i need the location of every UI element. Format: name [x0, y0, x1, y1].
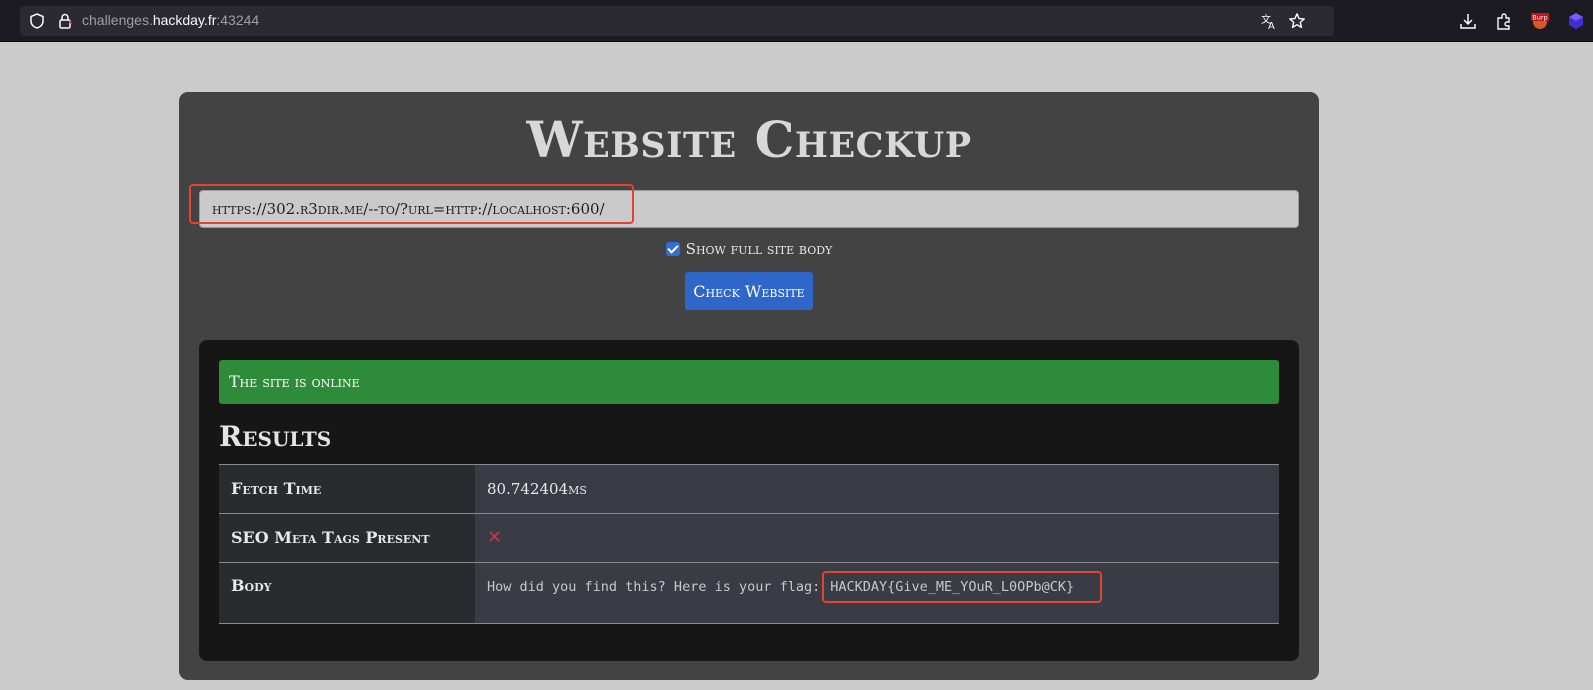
table-row: Body How did you find this? Here is your…: [219, 563, 1279, 624]
table-row: Fetch Time 80.742404ms: [219, 465, 1279, 514]
url-host: hackday.fr: [152, 12, 217, 28]
row-value-fetch-time: 80.742404ms: [475, 465, 1279, 513]
results-table: Fetch Time 80.742404ms SEO Meta Tags Pre…: [219, 464, 1279, 624]
row-value-seo: ✕: [475, 514, 1279, 562]
url-input[interactable]: [199, 190, 1299, 228]
flag-highlight: HACKDAY{Give_ME_YOuR_L0OPb@CK}: [822, 571, 1103, 603]
checkup-card: Website Checkup Show full site body Chec…: [179, 92, 1319, 680]
svg-text:A: A: [1268, 21, 1275, 30]
row-label-fetch-time: Fetch Time: [219, 465, 475, 513]
browser-toolbar: challenges.hackday.fr:43244 文 A Burp: [0, 0, 1593, 42]
address-bar[interactable]: challenges.hackday.fr:43244 文 A: [20, 6, 1334, 36]
page-title: Website Checkup: [526, 110, 972, 169]
show-body-label[interactable]: Show full site body: [686, 240, 833, 258]
url-port: :43244: [216, 12, 260, 28]
row-label-seo: SEO Meta Tags Present: [219, 514, 475, 562]
url-prefix: challenges.: [82, 12, 153, 28]
shield-icon[interactable]: [28, 12, 46, 30]
table-row: SEO Meta Tags Present ✕: [219, 514, 1279, 563]
download-icon[interactable]: [1458, 11, 1478, 31]
status-alert: The site is online: [219, 360, 1279, 404]
check-website-button[interactable]: Check Website: [685, 272, 813, 310]
row-value-body: How did you find this? Here is your flag…: [475, 563, 1279, 623]
star-icon[interactable]: [1288, 12, 1306, 30]
body-text: How did you find this? Here is your flag…: [487, 579, 821, 595]
burp-extension-icon[interactable]: Burp: [1530, 11, 1550, 31]
row-label-body: Body: [219, 563, 475, 623]
cube-extension-icon[interactable]: [1566, 11, 1586, 31]
lock-icon[interactable]: [56, 12, 74, 30]
url-text[interactable]: challenges.hackday.fr:43244: [82, 12, 259, 28]
show-body-option[interactable]: Show full site body: [179, 240, 1319, 258]
cross-icon: ✕: [487, 527, 503, 548]
results-panel: The site is online Results Fetch Time 80…: [199, 340, 1299, 661]
show-body-checkbox[interactable]: [665, 242, 680, 256]
results-heading: Results: [219, 420, 332, 453]
extensions-icon[interactable]: [1494, 11, 1514, 31]
translate-icon[interactable]: 文 A: [1260, 12, 1278, 30]
burp-badge-text: Burp: [1532, 14, 1547, 22]
